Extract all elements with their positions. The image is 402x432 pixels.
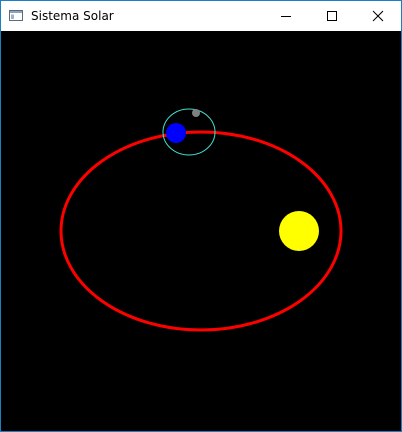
close-button[interactable] [355, 1, 401, 31]
earth [166, 123, 186, 143]
maximize-button[interactable] [309, 1, 355, 31]
app-icon [9, 10, 23, 21]
maximize-icon [327, 11, 337, 21]
moon [192, 109, 200, 117]
title-bar[interactable]: Sistema Solar [1, 1, 401, 31]
window-title: Sistema Solar [31, 9, 114, 23]
sun [279, 211, 319, 251]
close-icon [372, 10, 384, 22]
solar-system-canvas [1, 31, 401, 431]
minimize-icon [281, 16, 291, 17]
minimize-button[interactable] [263, 1, 309, 31]
app-window: Sistema Solar [0, 0, 402, 432]
